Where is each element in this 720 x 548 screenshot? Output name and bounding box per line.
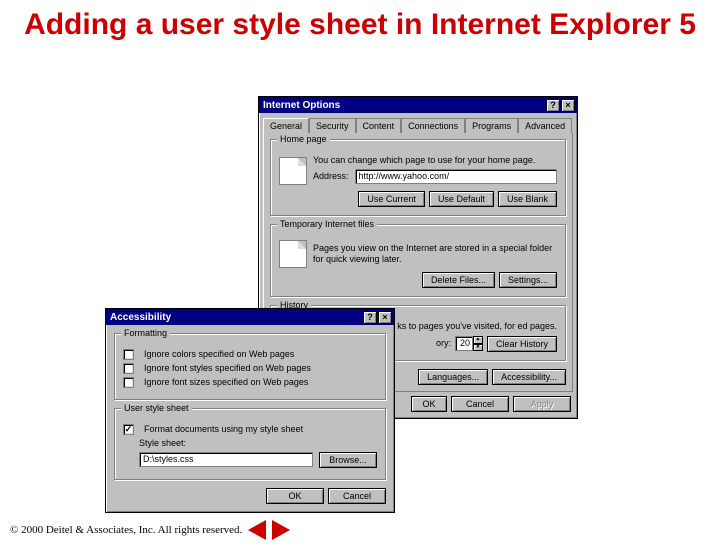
tab-general[interactable]: General xyxy=(263,118,309,133)
acc-cancel-button[interactable]: Cancel xyxy=(328,488,386,504)
ignore-font-sizes-label: Ignore font sizes specified on Web pages xyxy=(144,377,308,388)
home-page-legend: Home page xyxy=(277,134,330,144)
style-sheet-input[interactable]: D:\styles.css xyxy=(139,452,313,467)
temp-settings-button[interactable]: Settings... xyxy=(499,272,557,288)
style-sheet-label: Style sheet: xyxy=(139,438,377,449)
acc-ok-button[interactable]: OK xyxy=(266,488,324,504)
slide-footer: © 2000 Deitel & Associates, Inc. All rig… xyxy=(10,520,290,540)
acc-titlebar[interactable]: Accessibility ? × xyxy=(106,309,394,325)
tab-connections[interactable]: Connections xyxy=(401,118,465,133)
accessibility-window: Accessibility ? × Formatting Ignore colo… xyxy=(105,308,395,513)
acc-close-button[interactable]: × xyxy=(378,311,392,324)
io-apply-button[interactable]: Apply xyxy=(513,396,571,412)
accessibility-button[interactable]: Accessibility... xyxy=(492,369,566,385)
languages-button[interactable]: Languages... xyxy=(418,369,488,385)
home-desc: You can change which page to use for you… xyxy=(313,155,557,166)
use-default-button[interactable]: Use Default xyxy=(429,191,494,207)
prev-slide-icon[interactable] xyxy=(248,520,266,540)
clear-history-button[interactable]: Clear History xyxy=(487,336,557,352)
ignore-font-sizes-checkbox[interactable] xyxy=(123,377,134,388)
io-ok-button[interactable]: OK xyxy=(411,396,447,412)
help-button[interactable]: ? xyxy=(546,99,560,112)
address-label: Address: xyxy=(313,171,349,182)
copyright-text: © 2000 Deitel & Associates, Inc. All rig… xyxy=(10,524,242,536)
temp-desc: Pages you view on the Internet are store… xyxy=(313,243,557,265)
tab-security[interactable]: Security xyxy=(309,118,356,133)
tab-programs[interactable]: Programs xyxy=(465,118,518,133)
ignore-colors-label: Ignore colors specified on Web pages xyxy=(144,349,294,360)
home-icon xyxy=(279,157,307,185)
next-slide-icon[interactable] xyxy=(272,520,290,540)
format-using-label: Format documents using my style sheet xyxy=(144,424,303,435)
delete-files-button[interactable]: Delete Files... xyxy=(422,272,495,288)
slide-title: Adding a user style sheet in Internet Ex… xyxy=(0,8,720,43)
home-page-group: Home page You can change which page to u… xyxy=(270,139,566,216)
format-using-checkbox[interactable]: ✓ xyxy=(123,424,134,435)
ignore-colors-checkbox[interactable] xyxy=(123,349,134,360)
days-spinner[interactable]: 20 ▲▼ xyxy=(455,336,483,351)
browse-button[interactable]: Browse... xyxy=(319,452,377,468)
io-tabs: General Security Content Connections Pro… xyxy=(259,113,577,132)
tab-advanced[interactable]: Advanced xyxy=(518,118,572,133)
formatting-legend: Formatting xyxy=(121,328,170,338)
close-button[interactable]: × xyxy=(561,99,575,112)
io-titlebar[interactable]: Internet Options ? × xyxy=(259,97,577,113)
acc-help-button[interactable]: ? xyxy=(363,311,377,324)
days-label: ory: xyxy=(436,338,451,349)
temp-files-group: Temporary Internet files Pages you view … xyxy=(270,224,566,297)
io-title: Internet Options xyxy=(261,100,545,111)
use-blank-button[interactable]: Use Blank xyxy=(498,191,557,207)
spinner-up-icon[interactable]: ▲ xyxy=(473,336,483,344)
uss-legend: User style sheet xyxy=(121,403,192,413)
ignore-font-styles-checkbox[interactable] xyxy=(123,363,134,374)
tab-content[interactable]: Content xyxy=(356,118,402,133)
use-current-button[interactable]: Use Current xyxy=(358,191,425,207)
io-cancel-button[interactable]: Cancel xyxy=(451,396,509,412)
spinner-down-icon[interactable]: ▼ xyxy=(473,344,483,352)
user-style-sheet-group: User style sheet ✓ Format documents usin… xyxy=(114,408,386,480)
address-input[interactable]: http://www.yahoo.com/ xyxy=(355,169,557,184)
ignore-font-styles-label: Ignore font styles specified on Web page… xyxy=(144,363,311,374)
temp-icon xyxy=(279,240,307,268)
temp-legend: Temporary Internet files xyxy=(277,219,377,229)
formatting-group: Formatting Ignore colors specified on We… xyxy=(114,333,386,400)
acc-title: Accessibility xyxy=(108,312,362,323)
days-value[interactable]: 20 xyxy=(455,336,473,351)
